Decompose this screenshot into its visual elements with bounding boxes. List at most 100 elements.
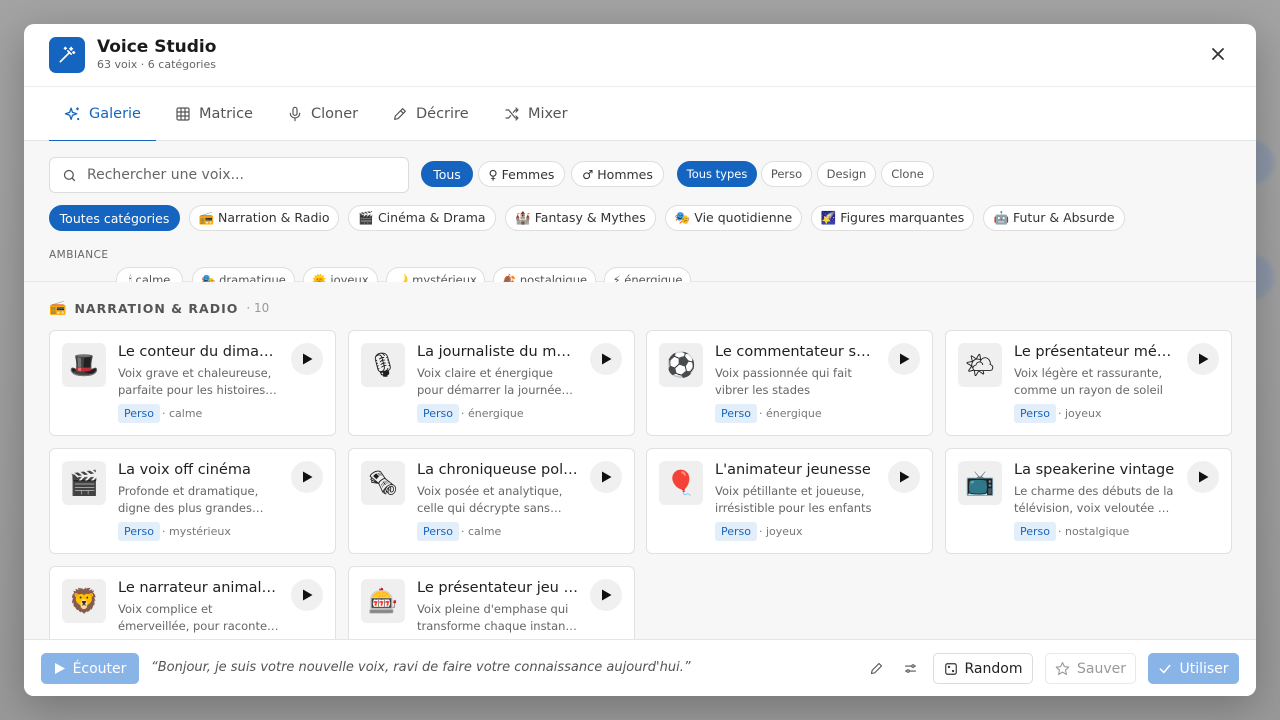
voice-avatar: 🎩	[62, 343, 106, 387]
tab-galerie[interactable]: Galerie	[49, 87, 156, 142]
voice-card[interactable]: ⚽ Le commentateur sportif Voix passionnée …	[646, 330, 933, 436]
save-button[interactable]: Sauver	[1045, 653, 1136, 684]
tab-matrice[interactable]: Matrice	[175, 87, 253, 141]
voice-avatar: 🎈	[659, 461, 703, 505]
play-voice-button[interactable]	[590, 343, 622, 375]
voice-mood: · calme	[162, 407, 203, 420]
section-header: 📻 NARRATION & RADIO · 10	[49, 300, 269, 316]
sliders-icon	[904, 663, 916, 673]
gender-filter-women[interactable]: ♀ Femmes	[478, 161, 565, 187]
voice-name: Le conteur du dimanche	[118, 344, 280, 360]
play-voice-button[interactable]	[590, 579, 622, 611]
microphone-icon	[289, 106, 301, 122]
play-icon	[899, 353, 909, 365]
voice-gallery: 📻 NARRATION & RADIO · 10 🎩 Le conteur du …	[24, 282, 1256, 639]
voice-mood: · calme	[461, 525, 502, 538]
save-label: Sauver	[1077, 660, 1126, 677]
random-label: Random	[964, 660, 1023, 677]
tab-cloner[interactable]: Cloner	[287, 87, 358, 141]
type-filter-clone[interactable]: Clone	[881, 161, 934, 187]
voice-type-badge: Perso	[1014, 404, 1056, 423]
gender-filter-men[interactable]: ♂ Hommes	[571, 161, 664, 187]
edit-text-button[interactable]	[866, 658, 886, 678]
voice-avatar: 📺	[958, 461, 1002, 505]
category-fantasy-mythes[interactable]: 🏰 Fantasy & Mythes	[505, 205, 656, 231]
tab-label: Matrice	[199, 106, 253, 122]
voice-description: Voix passionnée qui fait vibrer les stad…	[715, 366, 852, 397]
voice-type-badge: Perso	[118, 404, 160, 423]
voice-description: Profonde et dramatique, digne des plus g…	[118, 484, 259, 515]
app-title: Voice Studio	[97, 37, 217, 57]
play-voice-button[interactable]	[291, 343, 323, 375]
play-voice-button[interactable]	[1187, 461, 1219, 493]
voice-name: L'animateur jeunesse	[715, 462, 871, 478]
category-figures-marquantes[interactable]: 🌠 Figures marquantes	[811, 205, 974, 231]
voice-avatar: 🗞	[361, 461, 405, 505]
voice-card[interactable]: 🎙 La journaliste du matin Voix claire et é…	[348, 330, 635, 436]
preview-footer: Écouter “Bonjour, je suis votre nouvelle…	[24, 639, 1256, 696]
play-icon	[302, 471, 312, 483]
type-filter-perso[interactable]: Perso	[761, 161, 812, 187]
close-button[interactable]	[1206, 42, 1230, 66]
category-vie-quotidienne[interactable]: 🎭 Vie quotidienne	[665, 205, 802, 231]
voice-mood: · nostalgique	[1058, 525, 1130, 538]
play-icon	[54, 663, 65, 674]
listen-button[interactable]: Écouter	[41, 653, 139, 684]
section-title: NARRATION & RADIO	[74, 300, 239, 316]
voice-name: La voix off cinéma	[118, 462, 251, 478]
voice-card[interactable]: 🎈 L'animateur jeunesse Voix pétillante et …	[646, 448, 933, 554]
voice-mood: · mystérieux	[162, 525, 231, 538]
play-icon	[899, 471, 909, 483]
play-icon	[601, 353, 611, 365]
voice-card[interactable]: 🎬 La voix off cinéma Profonde et dramatiqu…	[49, 448, 336, 554]
dice-icon	[944, 662, 957, 675]
play-icon	[1198, 353, 1208, 365]
voice-description: Voix grave et chaleureuse, parfaite pour…	[118, 366, 272, 397]
tab-bar: Galerie Matrice Cloner Décrire Mixer	[24, 87, 1256, 142]
voice-card[interactable]: 🎩 Le conteur du dimanche Voix grave et cha…	[49, 330, 336, 436]
play-voice-button[interactable]	[590, 461, 622, 493]
use-button[interactable]: Utiliser	[1148, 653, 1239, 684]
voice-description: Voix complice et émerveillée, pour racon…	[118, 602, 272, 633]
voice-avatar: ⚽	[659, 343, 703, 387]
search-icon	[63, 169, 76, 181]
voice-description: Voix pleine d'emphase qui transforme cha…	[417, 602, 570, 633]
type-filter-design[interactable]: Design	[817, 161, 876, 187]
category-narration-radio[interactable]: 📻 Narration & Radio	[189, 205, 339, 231]
voice-mood: · joyeux	[759, 525, 803, 538]
grid-icon	[176, 107, 190, 121]
search-input[interactable]	[87, 167, 387, 183]
voice-card[interactable]: 🎰 Le présentateur jeu télé Voix pleine d'e…	[348, 566, 635, 639]
type-filter-all[interactable]: Tous types	[677, 161, 757, 187]
tab-mixer[interactable]: Mixer	[504, 87, 568, 141]
play-voice-button[interactable]	[291, 579, 323, 611]
app-subtitle: 63 voix · 6 catégories	[97, 58, 216, 71]
play-voice-button[interactable]	[1187, 343, 1219, 375]
voice-type-badge: Perso	[118, 522, 160, 541]
search-box	[49, 157, 409, 193]
play-voice-button[interactable]	[291, 461, 323, 493]
category-all[interactable]: Toutes catégories	[49, 205, 180, 231]
settings-sliders-button[interactable]	[900, 658, 920, 678]
voice-type-badge: Perso	[417, 404, 459, 423]
voice-card[interactable]: 🌤 Le présentateur météo Voix légère et ras…	[945, 330, 1232, 436]
gender-filter-all[interactable]: Tous	[421, 161, 473, 187]
play-icon	[302, 353, 312, 365]
voice-type-badge: Perso	[715, 404, 757, 423]
magic-wand-icon	[49, 37, 85, 73]
tab-decrire[interactable]: Décrire	[392, 87, 469, 141]
voice-card[interactable]: 🦁 Le narrateur animalier Voix complice et …	[49, 566, 336, 639]
random-button[interactable]: Random	[933, 653, 1033, 684]
category-cinema-drama[interactable]: 🎬 Cinéma & Drama	[348, 205, 496, 231]
play-voice-button[interactable]	[888, 461, 920, 493]
voice-studio-modal: Voice Studio 63 voix · 6 catégories Gale…	[24, 24, 1256, 696]
voice-card[interactable]: 🗞 La chroniqueuse politique Voix posée et …	[348, 448, 635, 554]
voice-avatar: 🎰	[361, 579, 405, 623]
play-voice-button[interactable]	[888, 343, 920, 375]
voice-mood: · joyeux	[1058, 407, 1102, 420]
shuffle-icon	[505, 107, 519, 121]
voice-description: Voix pétillante et joueuse, irrésistible…	[715, 484, 872, 515]
category-futur-absurde[interactable]: 🤖 Futur & Absurde	[983, 205, 1125, 231]
voice-name: Le commentateur sportif	[715, 344, 877, 360]
voice-card[interactable]: 📺 La speakerine vintage Le charme des débu…	[945, 448, 1232, 554]
